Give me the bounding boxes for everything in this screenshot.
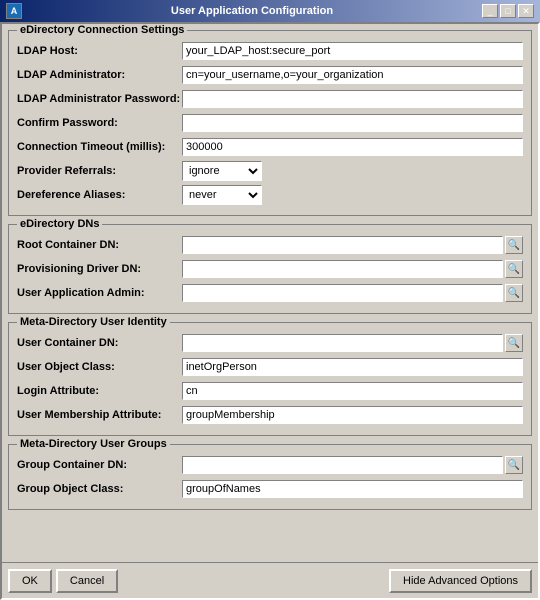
- browse-provisioning-driver-btn[interactable]: 🔍: [505, 260, 523, 278]
- browse-group-container-btn[interactable]: 🔍: [505, 456, 523, 474]
- label-ldap-admin: LDAP Administrator:: [17, 69, 182, 81]
- label-dereference-aliases: Dereference Aliases:: [17, 189, 182, 201]
- browse-icon: 🔍: [508, 240, 520, 251]
- bottom-bar: OK Cancel Hide Advanced Options: [2, 562, 538, 598]
- label-ldap-admin-password: LDAP Administrator Password:: [17, 93, 182, 105]
- form-row-group-container-dn: Group Container DN: 🔍: [17, 455, 523, 475]
- label-group-object-class: Group Object Class:: [17, 483, 182, 495]
- browse-icon: 🔍: [508, 338, 520, 349]
- browse-icon: 🔍: [508, 264, 520, 275]
- section-title-meta-user-groups: Meta-Directory User Groups: [17, 438, 170, 450]
- ok-button[interactable]: OK: [8, 569, 52, 593]
- browse-icon: 🔍: [508, 288, 520, 299]
- form-row-user-object-class: User Object Class:: [17, 357, 523, 377]
- input-login-attribute[interactable]: [182, 382, 523, 400]
- browse-user-app-admin-btn[interactable]: 🔍: [505, 284, 523, 302]
- form-row-connection-timeout: Connection Timeout (millis):: [17, 137, 523, 157]
- browse-root-container-btn[interactable]: 🔍: [505, 236, 523, 254]
- form-row-provisioning-driver-dn: Provisioning Driver DN: 🔍: [17, 259, 523, 279]
- form-row-provider-referrals: Provider Referrals: ignore follow throw: [17, 161, 523, 181]
- label-login-attribute: Login Attribute:: [17, 385, 182, 397]
- label-connection-timeout: Connection Timeout (millis):: [17, 141, 182, 153]
- form-row-ldap-host: LDAP Host:: [17, 41, 523, 61]
- title-bar: A User Application Configuration _ □ ✕: [0, 0, 540, 22]
- input-group-object-class[interactable]: [182, 480, 523, 498]
- maximize-button[interactable]: □: [500, 4, 516, 18]
- window-title: User Application Configuration: [22, 5, 482, 17]
- input-root-container-dn[interactable]: [182, 236, 503, 254]
- select-provider-referrals[interactable]: ignore follow throw: [182, 161, 262, 181]
- label-user-membership-attribute: User Membership Attribute:: [17, 409, 182, 421]
- label-user-object-class: User Object Class:: [17, 361, 182, 373]
- input-ldap-admin[interactable]: [182, 66, 523, 84]
- label-group-container-dn: Group Container DN:: [17, 459, 182, 471]
- input-user-container-dn[interactable]: [182, 334, 503, 352]
- label-user-container-dn: User Container DN:: [17, 337, 182, 349]
- input-user-object-class[interactable]: [182, 358, 523, 376]
- section-meta-directory-user-groups: Meta-Directory User Groups Group Contain…: [8, 444, 532, 510]
- section-edirectory-connection: eDirectory Connection Settings LDAP Host…: [8, 30, 532, 216]
- input-ldap-host[interactable]: [182, 42, 523, 60]
- section-meta-directory-user-identity: Meta-Directory User Identity User Contai…: [8, 322, 532, 436]
- form-row-login-attribute: Login Attribute:: [17, 381, 523, 401]
- hide-advanced-button[interactable]: Hide Advanced Options: [389, 569, 532, 593]
- label-ldap-host: LDAP Host:: [17, 45, 182, 57]
- input-user-app-admin[interactable]: [182, 284, 503, 302]
- form-row-user-app-admin: User Application Admin: 🔍: [17, 283, 523, 303]
- section-edirectory-dns: eDirectory DNs Root Container DN: 🔍 Prov…: [8, 224, 532, 314]
- form-row-ldap-admin: LDAP Administrator:: [17, 65, 523, 85]
- form-row-confirm-password: Confirm Password:: [17, 113, 523, 133]
- section-title-edirectory-dns: eDirectory DNs: [17, 218, 102, 230]
- section-title-meta-user-identity: Meta-Directory User Identity: [17, 316, 170, 328]
- input-provisioning-driver-dn[interactable]: [182, 260, 503, 278]
- form-row-group-object-class: Group Object Class:: [17, 479, 523, 499]
- label-root-container-dn: Root Container DN:: [17, 239, 182, 251]
- input-user-membership-attribute[interactable]: [182, 406, 523, 424]
- minimize-button[interactable]: _: [482, 4, 498, 18]
- input-confirm-password[interactable]: [182, 114, 523, 132]
- input-connection-timeout[interactable]: [182, 138, 523, 156]
- form-row-user-container-dn: User Container DN: 🔍: [17, 333, 523, 353]
- label-provisioning-driver-dn: Provisioning Driver DN:: [17, 263, 182, 275]
- section-title-edirectory-connection: eDirectory Connection Settings: [17, 24, 187, 36]
- input-ldap-admin-password[interactable]: [182, 90, 523, 108]
- form-row-ldap-admin-password: LDAP Administrator Password:: [17, 89, 523, 109]
- close-button[interactable]: ✕: [518, 4, 534, 18]
- label-provider-referrals: Provider Referrals:: [17, 165, 182, 177]
- browse-user-container-btn[interactable]: 🔍: [505, 334, 523, 352]
- form-row-dereference-aliases: Dereference Aliases: never always search…: [17, 185, 523, 205]
- window-icon: A: [6, 3, 22, 19]
- input-group-container-dn[interactable]: [182, 456, 503, 474]
- label-confirm-password: Confirm Password:: [17, 117, 182, 129]
- browse-icon: 🔍: [508, 460, 520, 471]
- form-row-user-membership-attribute: User Membership Attribute:: [17, 405, 523, 425]
- form-row-root-container-dn: Root Container DN: 🔍: [17, 235, 523, 255]
- label-user-app-admin: User Application Admin:: [17, 287, 182, 299]
- cancel-button[interactable]: Cancel: [56, 569, 118, 593]
- select-dereference-aliases[interactable]: never always searching finding: [182, 185, 262, 205]
